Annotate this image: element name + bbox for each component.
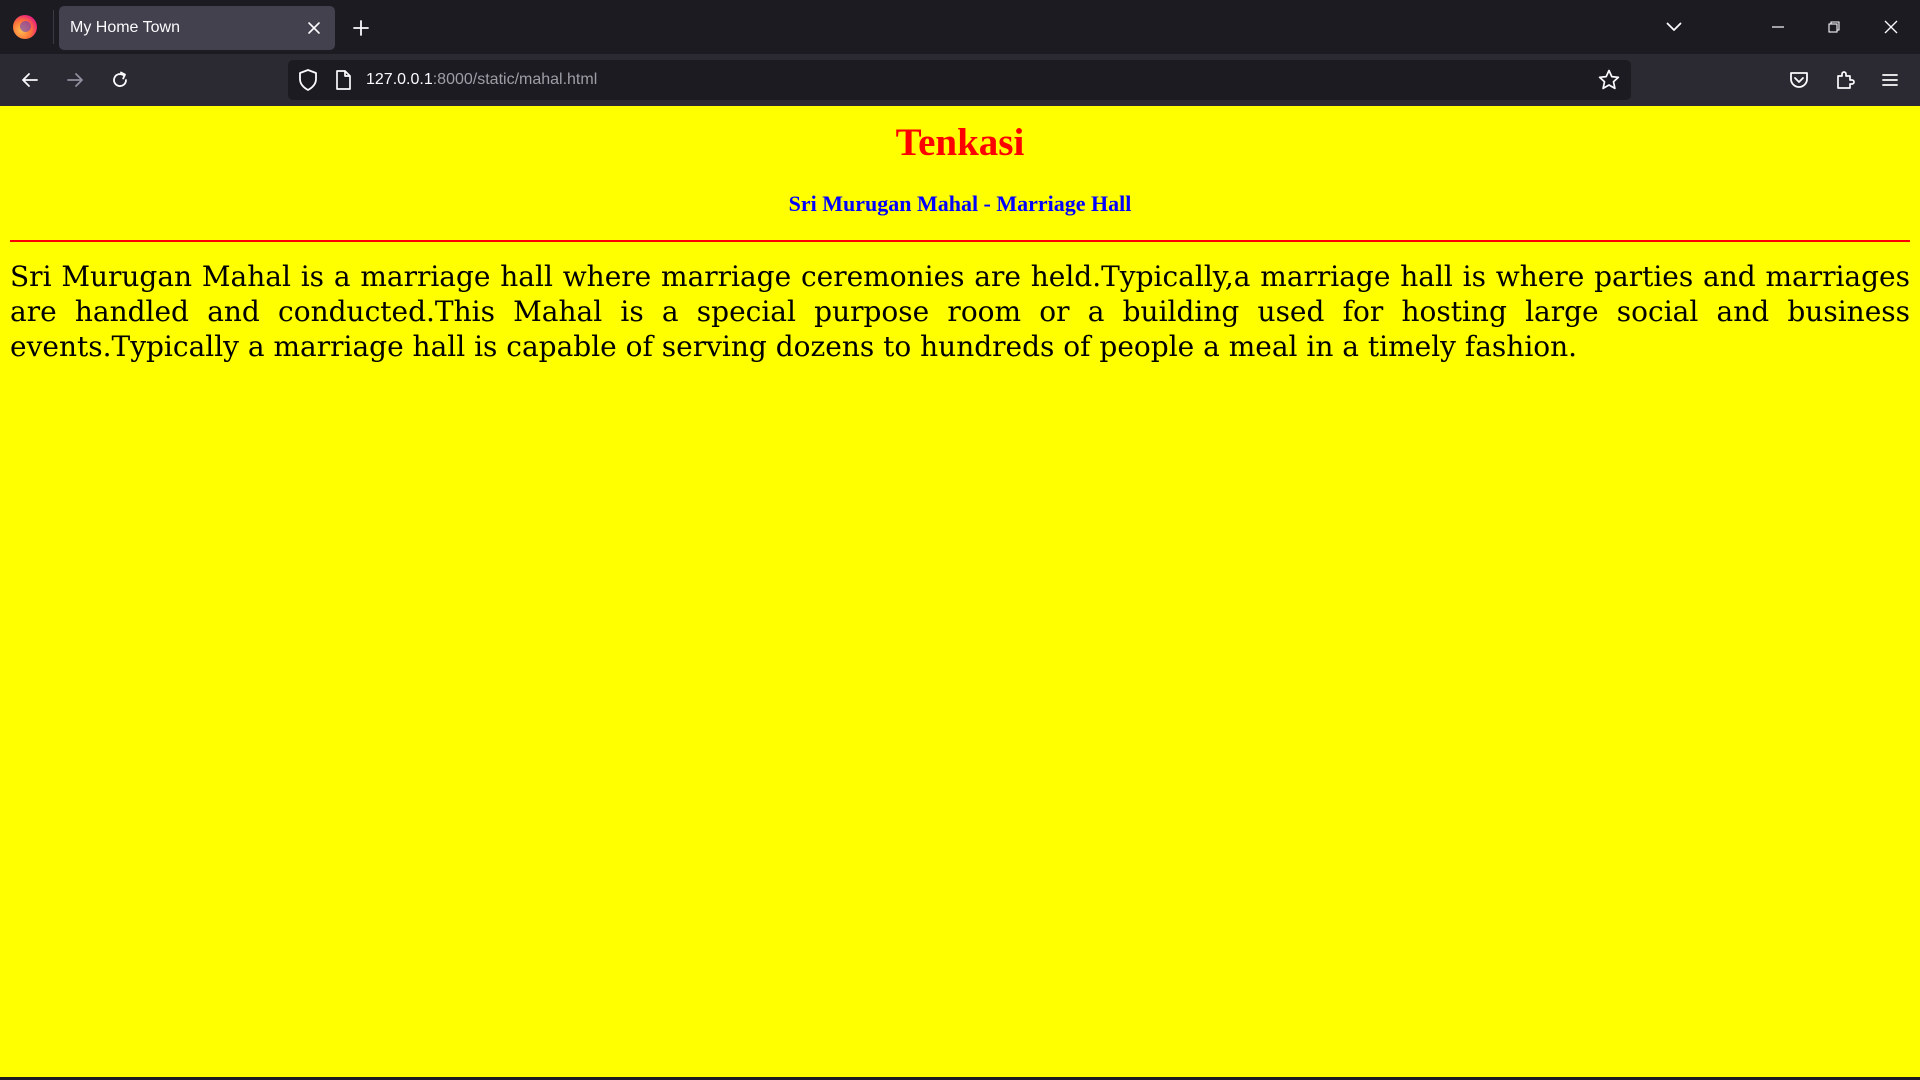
- pocket-icon: [1790, 72, 1808, 88]
- puzzle-icon: [1837, 71, 1855, 89]
- restore-button[interactable]: [1814, 8, 1854, 46]
- page-icon[interactable]: [334, 69, 352, 91]
- new-tab-button[interactable]: [346, 13, 376, 43]
- pocket-button[interactable]: [1781, 62, 1817, 98]
- list-all-tabs-button[interactable]: [1654, 8, 1694, 46]
- app-menu-button[interactable]: [1872, 62, 1908, 98]
- tab-strip: My Home Town: [0, 0, 1920, 54]
- hamburger-menu-icon: [1882, 74, 1898, 86]
- navigation-toolbar: 127.0.0.1:8000/static/mahal.html: [0, 54, 1920, 106]
- star-icon: [1598, 69, 1620, 90]
- forward-button[interactable]: [57, 62, 93, 98]
- minimize-icon: [1772, 26, 1784, 28]
- url-path: :8000/static/mahal.html: [432, 71, 598, 88]
- plus-icon: [353, 20, 369, 36]
- close-window-button[interactable]: [1871, 8, 1911, 46]
- firefox-logo-icon[interactable]: [13, 15, 37, 39]
- close-icon: [1884, 20, 1898, 34]
- reload-icon: [113, 71, 127, 87]
- tab-separator: [53, 10, 54, 44]
- bookmark-star-button[interactable]: [1597, 68, 1621, 92]
- url-host: 127.0.0.1: [366, 71, 433, 88]
- chevron-down-icon: [1666, 22, 1682, 31]
- description-paragraph: Sri Murugan Mahal is a marriage hall whe…: [10, 260, 1910, 363]
- extensions-button[interactable]: [1827, 62, 1863, 98]
- page-heading: Tenkasi: [895, 121, 1025, 164]
- arrow-left-icon: [22, 73, 38, 87]
- close-icon[interactable]: [301, 15, 327, 41]
- page-subheading: Sri Murugan Mahal - Marriage Hall: [788, 191, 1132, 216]
- arrow-right-icon: [67, 73, 83, 87]
- url-bar[interactable]: 127.0.0.1:8000/static/mahal.html: [288, 60, 1631, 100]
- url-text[interactable]: 127.0.0.1:8000/static/mahal.html: [366, 71, 597, 89]
- restore-icon: [1828, 21, 1840, 33]
- reload-button[interactable]: [102, 62, 138, 98]
- horizontal-rule: [10, 240, 1910, 242]
- shield-icon[interactable]: [297, 68, 319, 92]
- minimize-button[interactable]: [1758, 8, 1798, 46]
- back-button[interactable]: [12, 62, 48, 98]
- page-content: Tenkasi Sri Murugan Mahal - Marriage Hal…: [0, 106, 1920, 1077]
- tab-title: My Home Town: [70, 19, 180, 36]
- tab-my-home-town[interactable]: My Home Town: [59, 6, 335, 50]
